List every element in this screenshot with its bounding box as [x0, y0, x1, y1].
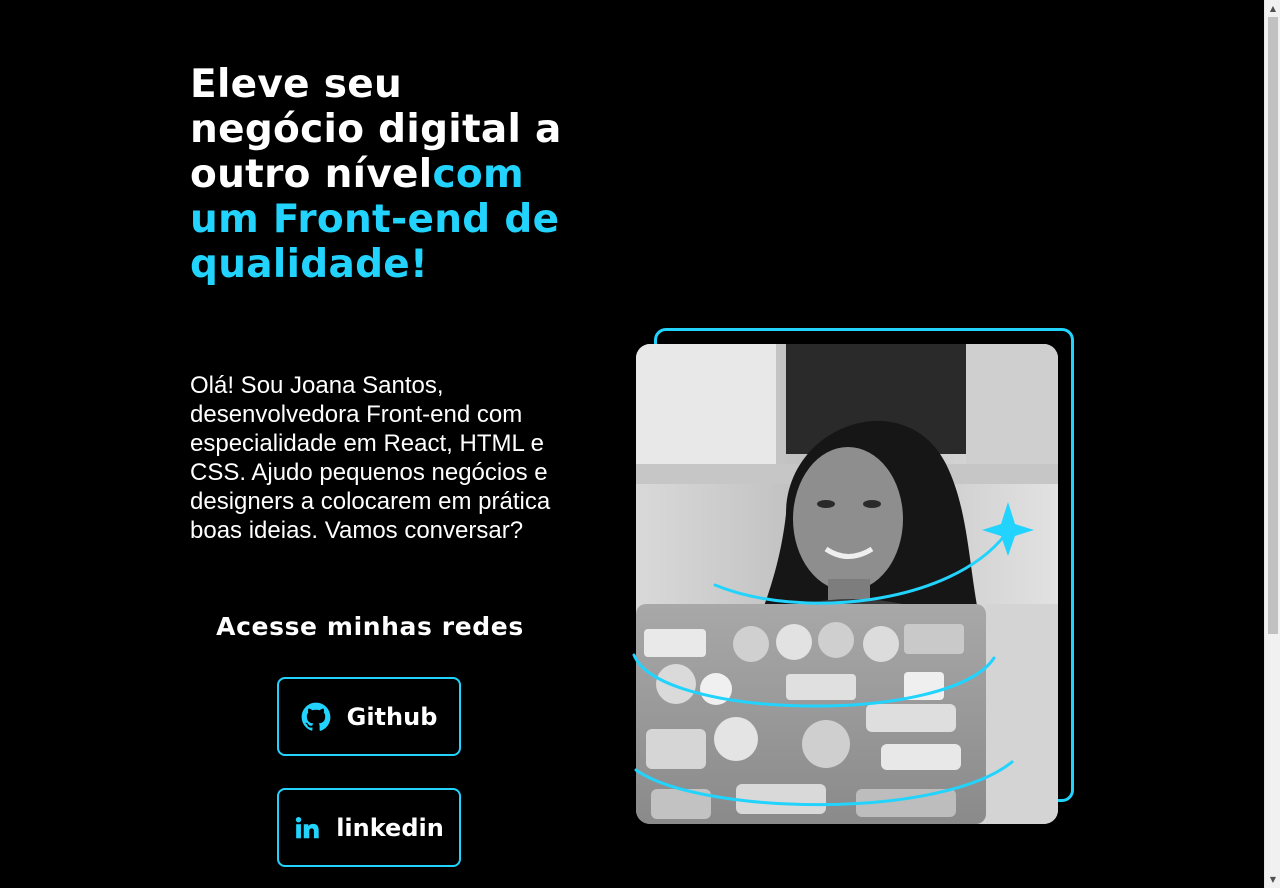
portrait-photo [636, 344, 1058, 824]
github-icon [301, 702, 331, 732]
linkedin-icon [294, 815, 320, 841]
linkedin-button[interactable]: linkedin [277, 788, 461, 867]
page: Eleve seu negócio digital a outro nívelc… [0, 0, 1280, 888]
hero-title: Eleve seu negócio digital a outro nívelc… [190, 62, 570, 287]
github-button[interactable]: Github [277, 677, 461, 756]
scroll-up-arrow-icon[interactable]: ▲ [1265, 0, 1280, 17]
scroll-down-arrow-icon[interactable]: ▼ [1265, 871, 1280, 888]
github-label: Github [346, 702, 438, 731]
social-heading: Acesse minhas redes [216, 612, 524, 641]
scrollbar-thumb[interactable] [1268, 17, 1278, 634]
hero-bio: Olá! Sou Joana Santos, desenvolvedora Fr… [190, 372, 551, 544]
hero-text: Eleve seu negócio digital a outro nívelc… [190, 62, 570, 287]
vertical-scrollbar[interactable]: ▲ ▼ [1264, 0, 1280, 888]
linkedin-label: linkedin [336, 813, 444, 842]
